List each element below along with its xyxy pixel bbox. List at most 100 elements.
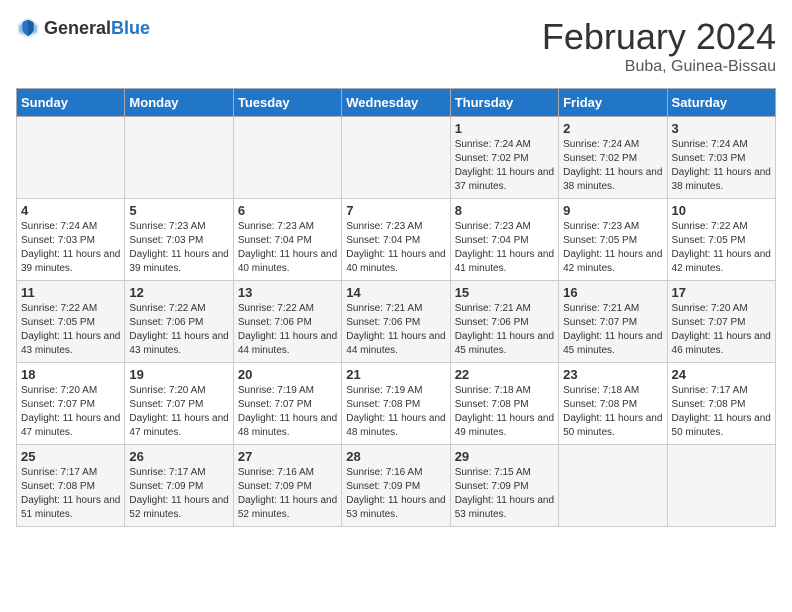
day-info: Sunrise: 7:20 AM Sunset: 7:07 PM Dayligh…	[672, 302, 771, 358]
calendar-cell: 9 Sunrise: 7:23 AM Sunset: 7:05 PM Daylig…	[559, 199, 667, 281]
day-number: 19	[129, 367, 228, 382]
calendar-cell: 6Sunrise: 7:23 AM Sunset: 7:04 PM Daylig…	[233, 199, 341, 281]
calendar-cell: 3 Sunrise: 7:24 AM Sunset: 7:03 PM Daylig…	[667, 117, 775, 199]
calendar-body: 1 Sunrise: 7:24 AM Sunset: 7:02 PM Daylig…	[17, 117, 776, 527]
calendar-cell	[559, 445, 667, 527]
calendar-cell	[125, 117, 233, 199]
day-number: 28	[346, 449, 445, 464]
calendar-cell	[17, 117, 125, 199]
day-info: Sunrise: 7:22 AM Sunset: 7:06 PM Dayligh…	[129, 302, 228, 358]
calendar-week-row: 18 Sunrise: 7:20 AM Sunset: 7:07 PM Dayli…	[17, 363, 776, 445]
calendar-week-row: 4Sunrise: 7:24 AM Sunset: 7:03 PM Daylig…	[17, 199, 776, 281]
logo-icon	[16, 16, 40, 40]
calendar-cell: 18 Sunrise: 7:20 AM Sunset: 7:07 PM Dayli…	[17, 363, 125, 445]
day-info: Sunrise: 7:19 AM Sunset: 7:08 PM Dayligh…	[346, 384, 445, 440]
calendar-cell: 11 Sunrise: 7:22 AM Sunset: 7:05 PM Dayli…	[17, 281, 125, 363]
calendar-cell: 14Sunrise: 7:21 AM Sunset: 7:06 PM Dayli…	[342, 281, 450, 363]
day-info: Sunrise: 7:24 AM Sunset: 7:03 PM Dayligh…	[672, 138, 771, 194]
day-number: 18	[21, 367, 120, 382]
calendar-header: SundayMondayTuesdayWednesdayThursdayFrid…	[17, 89, 776, 117]
day-info: Sunrise: 7:15 AM Sunset: 7:09 PM Dayligh…	[455, 466, 554, 522]
day-number: 20	[238, 367, 337, 382]
day-number: 17	[672, 285, 771, 300]
calendar-cell: 24Sunrise: 7:17 AM Sunset: 7:08 PM Dayli…	[667, 363, 775, 445]
day-info: Sunrise: 7:21 AM Sunset: 7:07 PM Dayligh…	[563, 302, 662, 358]
day-info: Sunrise: 7:18 AM Sunset: 7:08 PM Dayligh…	[455, 384, 554, 440]
calendar-cell: 12Sunrise: 7:22 AM Sunset: 7:06 PM Dayli…	[125, 281, 233, 363]
calendar-cell: 5 Sunrise: 7:23 AM Sunset: 7:03 PM Daylig…	[125, 199, 233, 281]
calendar-cell: 22 Sunrise: 7:18 AM Sunset: 7:08 PM Dayli…	[450, 363, 558, 445]
day-number: 29	[455, 449, 554, 464]
day-info: Sunrise: 7:17 AM Sunset: 7:09 PM Dayligh…	[129, 466, 228, 522]
calendar-cell: 28 Sunrise: 7:16 AM Sunset: 7:09 PM Dayli…	[342, 445, 450, 527]
day-number: 7	[346, 203, 445, 218]
calendar-cell: 4Sunrise: 7:24 AM Sunset: 7:03 PM Daylig…	[17, 199, 125, 281]
calendar-cell: 21 Sunrise: 7:19 AM Sunset: 7:08 PM Dayli…	[342, 363, 450, 445]
day-number: 26	[129, 449, 228, 464]
day-info: Sunrise: 7:23 AM Sunset: 7:05 PM Dayligh…	[563, 220, 662, 276]
day-info: Sunrise: 7:20 AM Sunset: 7:07 PM Dayligh…	[129, 384, 228, 440]
calendar-cell	[667, 445, 775, 527]
day-number: 3	[672, 121, 771, 136]
calendar-cell	[233, 117, 341, 199]
calendar-cell: 8 Sunrise: 7:23 AM Sunset: 7:04 PM Daylig…	[450, 199, 558, 281]
calendar-week-row: 25 Sunrise: 7:17 AM Sunset: 7:08 PM Dayli…	[17, 445, 776, 527]
calendar-cell: 17 Sunrise: 7:20 AM Sunset: 7:07 PM Dayli…	[667, 281, 775, 363]
calendar-cell: 19 Sunrise: 7:20 AM Sunset: 7:07 PM Dayli…	[125, 363, 233, 445]
calendar-cell: 20Sunrise: 7:19 AM Sunset: 7:07 PM Dayli…	[233, 363, 341, 445]
day-of-week-header: Thursday	[450, 89, 558, 117]
day-number: 14	[346, 285, 445, 300]
calendar-cell: 10 Sunrise: 7:22 AM Sunset: 7:05 PM Dayli…	[667, 199, 775, 281]
location-subtitle: Buba, Guinea-Bissau	[542, 58, 776, 76]
day-number: 10	[672, 203, 771, 218]
day-number: 22	[455, 367, 554, 382]
day-number: 5	[129, 203, 228, 218]
day-info: Sunrise: 7:23 AM Sunset: 7:03 PM Dayligh…	[129, 220, 228, 276]
day-info: Sunrise: 7:17 AM Sunset: 7:08 PM Dayligh…	[21, 466, 120, 522]
day-number: 21	[346, 367, 445, 382]
calendar-cell: 15Sunrise: 7:21 AM Sunset: 7:06 PM Dayli…	[450, 281, 558, 363]
day-of-week-header: Saturday	[667, 89, 775, 117]
calendar-cell: 23 Sunrise: 7:18 AM Sunset: 7:08 PM Dayli…	[559, 363, 667, 445]
day-of-week-header: Friday	[559, 89, 667, 117]
calendar-cell: 1 Sunrise: 7:24 AM Sunset: 7:02 PM Daylig…	[450, 117, 558, 199]
day-number: 1	[455, 121, 554, 136]
page-header: GeneralBlue February 2024 Buba, Guinea-B…	[16, 16, 776, 76]
day-number: 4	[21, 203, 120, 218]
day-info: Sunrise: 7:18 AM Sunset: 7:08 PM Dayligh…	[563, 384, 662, 440]
day-info: Sunrise: 7:22 AM Sunset: 7:05 PM Dayligh…	[672, 220, 771, 276]
day-info: Sunrise: 7:20 AM Sunset: 7:07 PM Dayligh…	[21, 384, 120, 440]
calendar-cell: 2Sunrise: 7:24 AM Sunset: 7:02 PM Daylig…	[559, 117, 667, 199]
main-title: February 2024	[542, 16, 776, 58]
day-info: Sunrise: 7:22 AM Sunset: 7:05 PM Dayligh…	[21, 302, 120, 358]
logo: GeneralBlue	[16, 16, 150, 40]
day-number: 11	[21, 285, 120, 300]
day-number: 23	[563, 367, 662, 382]
calendar-week-row: 1 Sunrise: 7:24 AM Sunset: 7:02 PM Daylig…	[17, 117, 776, 199]
day-info: Sunrise: 7:16 AM Sunset: 7:09 PM Dayligh…	[346, 466, 445, 522]
calendar-cell: 7 Sunrise: 7:23 AM Sunset: 7:04 PM Daylig…	[342, 199, 450, 281]
day-of-week-header: Wednesday	[342, 89, 450, 117]
calendar-cell: 27 Sunrise: 7:16 AM Sunset: 7:09 PM Dayli…	[233, 445, 341, 527]
title-block: February 2024 Buba, Guinea-Bissau	[542, 16, 776, 76]
day-info: Sunrise: 7:23 AM Sunset: 7:04 PM Dayligh…	[346, 220, 445, 276]
day-info: Sunrise: 7:23 AM Sunset: 7:04 PM Dayligh…	[238, 220, 337, 276]
day-number: 2	[563, 121, 662, 136]
day-info: Sunrise: 7:23 AM Sunset: 7:04 PM Dayligh…	[455, 220, 554, 276]
day-number: 24	[672, 367, 771, 382]
day-number: 16	[563, 285, 662, 300]
calendar-cell	[342, 117, 450, 199]
header-row: SundayMondayTuesdayWednesdayThursdayFrid…	[17, 89, 776, 117]
day-of-week-header: Tuesday	[233, 89, 341, 117]
day-number: 8	[455, 203, 554, 218]
calendar-cell: 29 Sunrise: 7:15 AM Sunset: 7:09 PM Dayli…	[450, 445, 558, 527]
day-number: 27	[238, 449, 337, 464]
day-info: Sunrise: 7:24 AM Sunset: 7:02 PM Dayligh…	[455, 138, 554, 194]
logo-text: GeneralBlue	[44, 18, 150, 39]
day-number: 9	[563, 203, 662, 218]
calendar-cell: 25 Sunrise: 7:17 AM Sunset: 7:08 PM Dayli…	[17, 445, 125, 527]
calendar-cell: 26 Sunrise: 7:17 AM Sunset: 7:09 PM Dayli…	[125, 445, 233, 527]
day-number: 25	[21, 449, 120, 464]
day-info: Sunrise: 7:16 AM Sunset: 7:09 PM Dayligh…	[238, 466, 337, 522]
day-number: 13	[238, 285, 337, 300]
